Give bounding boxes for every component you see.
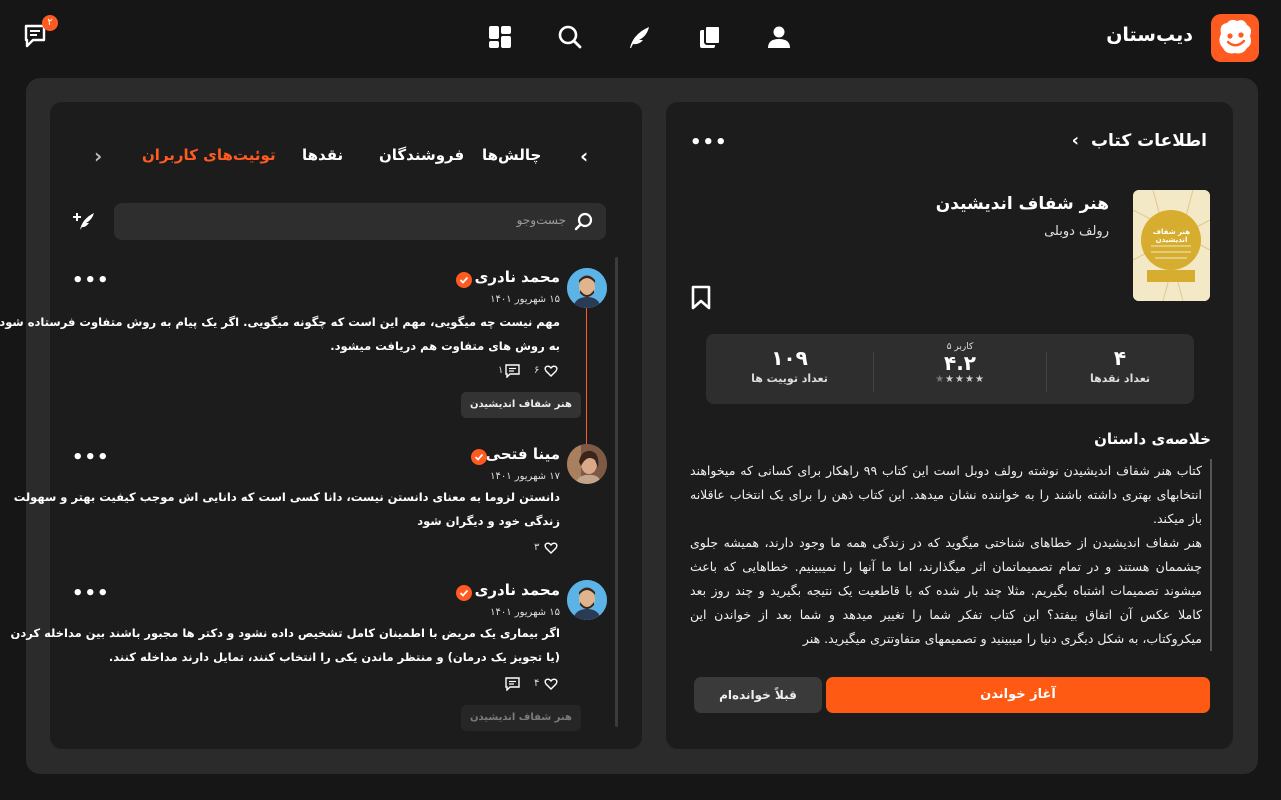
rating-stars: ★★★★★ [935, 374, 985, 385]
book-summary: کتاب هنر شفاف اندیشیدن نوشته رولف دوبل ا… [690, 459, 1212, 651]
tweet-more-options-icon[interactable]: ••• [72, 583, 110, 604]
tweet-search-input[interactable]: جست‌وجو [114, 203, 606, 240]
notification-badge: ۲ [42, 15, 58, 31]
avatar[interactable] [567, 444, 607, 484]
tweets-stat[interactable]: ۱۰۹ تعداد توییت ها [706, 334, 873, 404]
book-library-icon[interactable] [697, 24, 723, 50]
top-bar: دیب‌ستان ۲ [0, 0, 1281, 78]
summary-title: خلاصه‌ی داستان [1094, 430, 1211, 448]
bookmark-icon[interactable] [690, 285, 712, 311]
tabs-next-chevron-icon[interactable]: › [94, 144, 102, 168]
book-title: هنر شفاف اندیشیدن [935, 194, 1109, 214]
stats-divider [873, 352, 874, 392]
stats-divider [1046, 352, 1047, 392]
tabs-prev-chevron-icon[interactable]: ‹ [580, 144, 588, 168]
tweet-more-options-icon[interactable]: ••• [72, 447, 110, 468]
tweet-text-line: زندگی خود و دیگران شود [417, 514, 560, 528]
reviews-label: تعداد نقدها [1089, 372, 1151, 385]
tweet-author-name[interactable]: محمد نادری [475, 268, 560, 286]
tweet-like-count: ۴ [534, 678, 540, 689]
verified-badge-icon [456, 272, 472, 288]
tab-challenges[interactable]: چالش‌ها [482, 146, 541, 164]
tweet-text-line: مهم نیست چه میگویی، مهم این است که چگونه… [0, 315, 560, 329]
main-frame: اطلاعات کتاب › ••• هنر شفاف اندیشیدن هنر… [0, 78, 1258, 774]
verified-badge-icon [456, 585, 472, 601]
dashboard-grid-icon[interactable] [487, 24, 513, 50]
reviews-count: ۴ [1113, 346, 1127, 370]
rating-value: ۴.۲ [943, 351, 976, 375]
tweet-book-tag[interactable]: هنر شفاف اندیشیدن [461, 705, 581, 731]
brand-logo[interactable] [1211, 14, 1259, 62]
start-reading-button[interactable]: آغاز خواندن [826, 677, 1210, 713]
like-heart-icon[interactable] [544, 677, 558, 691]
book-stats: ۴ تعداد نقدها ۵ کاربر ۴.۲ ★★★★★ ۱۰۹ تعدا… [706, 334, 1194, 404]
more-options-icon[interactable]: ••• [690, 132, 728, 153]
tweet-text-line: دانستن لزوما به معنای دانستن نیست، دانا … [13, 490, 560, 504]
tweet-author-name[interactable]: محمد نادری [475, 581, 560, 599]
avatar-image [567, 268, 607, 308]
like-heart-icon[interactable] [544, 541, 558, 555]
tweets-scrollbar[interactable] [615, 257, 618, 727]
comment-icon[interactable] [505, 677, 520, 691]
search-icon[interactable] [557, 24, 583, 50]
reviews-stat[interactable]: ۴ تعداد نقدها [1046, 334, 1194, 404]
tweet-date: ۱۵ شهریور ۱۴۰۱ [490, 607, 560, 618]
tweet-more-options-icon[interactable]: ••• [72, 270, 110, 291]
smiling-face-logo-icon [1219, 19, 1251, 54]
like-heart-icon[interactable] [544, 364, 558, 378]
tweet-date: ۱۵ شهریور ۱۴۰۱ [490, 294, 560, 305]
book-info-header[interactable]: اطلاعات کتاب › [1072, 130, 1207, 151]
book-author[interactable]: رولف دوبلی [1044, 224, 1109, 239]
tab-reviews[interactable]: نقدها [302, 146, 343, 164]
book-cover-title: هنر شفاف اندیشیدن [1152, 228, 1191, 244]
tweet-book-tag[interactable]: هنر شفاف اندیشیدن [461, 392, 581, 418]
tweet-text-line: به روش های متفاوت هم دریافت میشود. [330, 339, 560, 353]
book-info-panel: اطلاعات کتاب › ••• هنر شفاف اندیشیدن هنر… [666, 102, 1233, 749]
avatar[interactable] [567, 580, 607, 620]
tweet-text-line: اگر بیماری یک مریض با اطمینان کامل تشخیص… [10, 626, 560, 640]
comment-icon[interactable] [505, 364, 520, 378]
brand-name[interactable]: دیب‌ستان [1106, 24, 1193, 46]
tweet-like-count: ۶ [534, 365, 540, 376]
chevron-right-icon: › [1071, 130, 1080, 151]
already-read-button[interactable]: قبلاً خوانده‌ام [694, 677, 822, 713]
user-icon[interactable] [766, 24, 792, 50]
thread-connector [586, 300, 587, 446]
avatar-image [567, 580, 607, 620]
book-info-title: اطلاعات کتاب [1090, 131, 1207, 151]
tab-user-tweets[interactable]: توئیت‌های کاربران [142, 146, 276, 164]
tweet-text-line: (یا تجویز یک درمان) و منتظر ماندن یکی را… [108, 650, 560, 664]
tweet-date: ۱۷ شهریور ۱۴۰۱ [490, 471, 560, 482]
verified-badge-icon [471, 449, 487, 465]
feather-icon[interactable] [627, 24, 653, 50]
search-placeholder: جست‌وجو [516, 213, 566, 227]
tweets-label: تعداد توییت ها [751, 372, 828, 385]
tab-sellers[interactable]: فروشندگان [379, 146, 464, 164]
tweet-comment-count: ۱ [498, 365, 504, 376]
avatar-image [567, 444, 607, 484]
new-tweet-feather-icon[interactable] [72, 210, 96, 232]
tweet-like-count: ۳ [534, 542, 540, 553]
tweets-count: ۱۰۹ [771, 346, 808, 370]
tweet-author-name[interactable]: مینا فتحی [486, 445, 560, 463]
book-cover-image [1133, 190, 1210, 301]
avatar[interactable] [567, 268, 607, 308]
rating-stat[interactable]: ۵ کاربر ۴.۲ ★★★★★ [874, 334, 1046, 404]
search-icon[interactable] [574, 212, 594, 232]
book-cover[interactable]: هنر شفاف اندیشیدن [1133, 190, 1210, 301]
tweets-panel: ‹ چالش‌ها فروشندگان نقدها توئیت‌های کارب… [0, 102, 642, 749]
